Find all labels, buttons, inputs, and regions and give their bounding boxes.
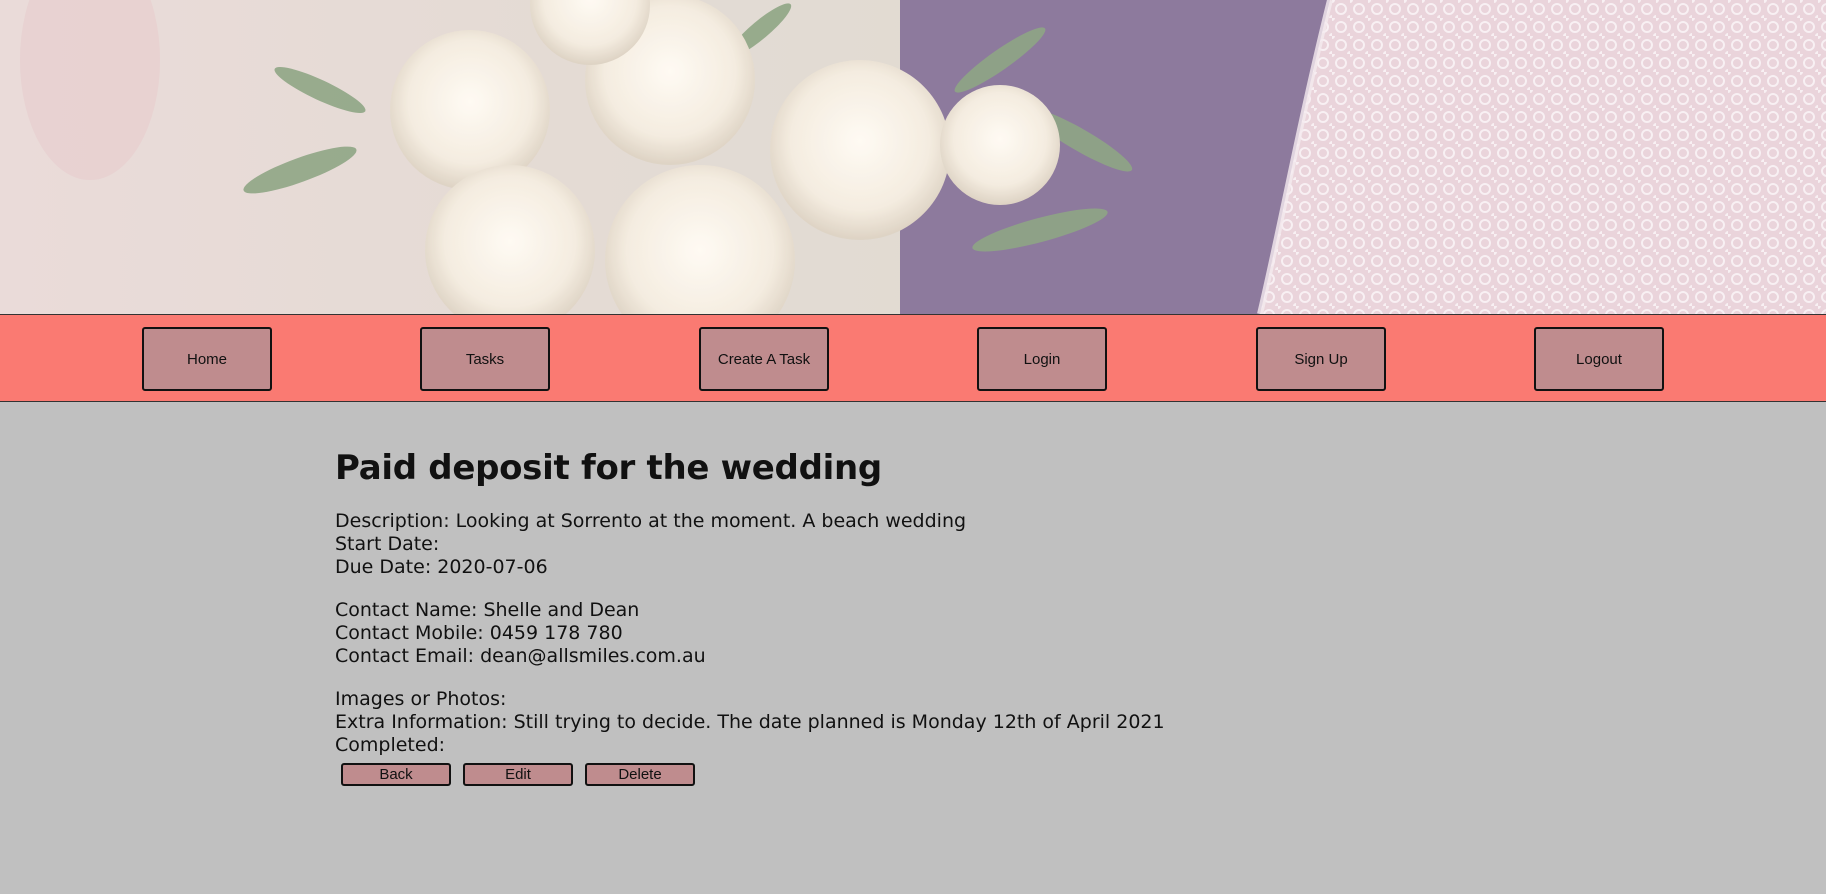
task-description: Description: Looking at Sorrento at the … bbox=[335, 510, 967, 532]
main-navbar: Home Tasks Create A Task Login Sign Up L… bbox=[0, 314, 1826, 402]
contact-email: Contact Email: dean@allsmiles.com.au bbox=[335, 645, 706, 667]
task-completed: Completed: bbox=[335, 734, 446, 756]
task-extra-info: Extra Information: Still trying to decid… bbox=[335, 711, 1165, 733]
delete-button[interactable]: Delete bbox=[585, 763, 695, 786]
nav-signup-button[interactable]: Sign Up bbox=[1256, 327, 1386, 391]
nav-home-button[interactable]: Home bbox=[142, 327, 272, 391]
nav-login-button[interactable]: Login bbox=[977, 327, 1107, 391]
nav-create-task-button[interactable]: Create A Task bbox=[699, 327, 829, 391]
nav-logout-button[interactable]: Logout bbox=[1534, 327, 1664, 391]
task-due-date: Due Date: 2020-07-06 bbox=[335, 556, 548, 578]
task-images: Images or Photos: bbox=[335, 688, 507, 710]
nav-tasks-button[interactable]: Tasks bbox=[420, 327, 550, 391]
task-actions: Back Edit Delete bbox=[341, 763, 1235, 786]
task-start-date: Start Date: bbox=[335, 533, 440, 555]
header-banner-image bbox=[0, 0, 1826, 314]
back-button[interactable]: Back bbox=[341, 763, 451, 786]
contact-mobile: Contact Mobile: 0459 178 780 bbox=[335, 622, 623, 644]
task-detail: Paid deposit for the wedding Description… bbox=[335, 448, 1235, 786]
contact-name: Contact Name: Shelle and Dean bbox=[335, 599, 640, 621]
page-title: Paid deposit for the wedding bbox=[335, 448, 882, 488]
edit-button[interactable]: Edit bbox=[463, 763, 573, 786]
